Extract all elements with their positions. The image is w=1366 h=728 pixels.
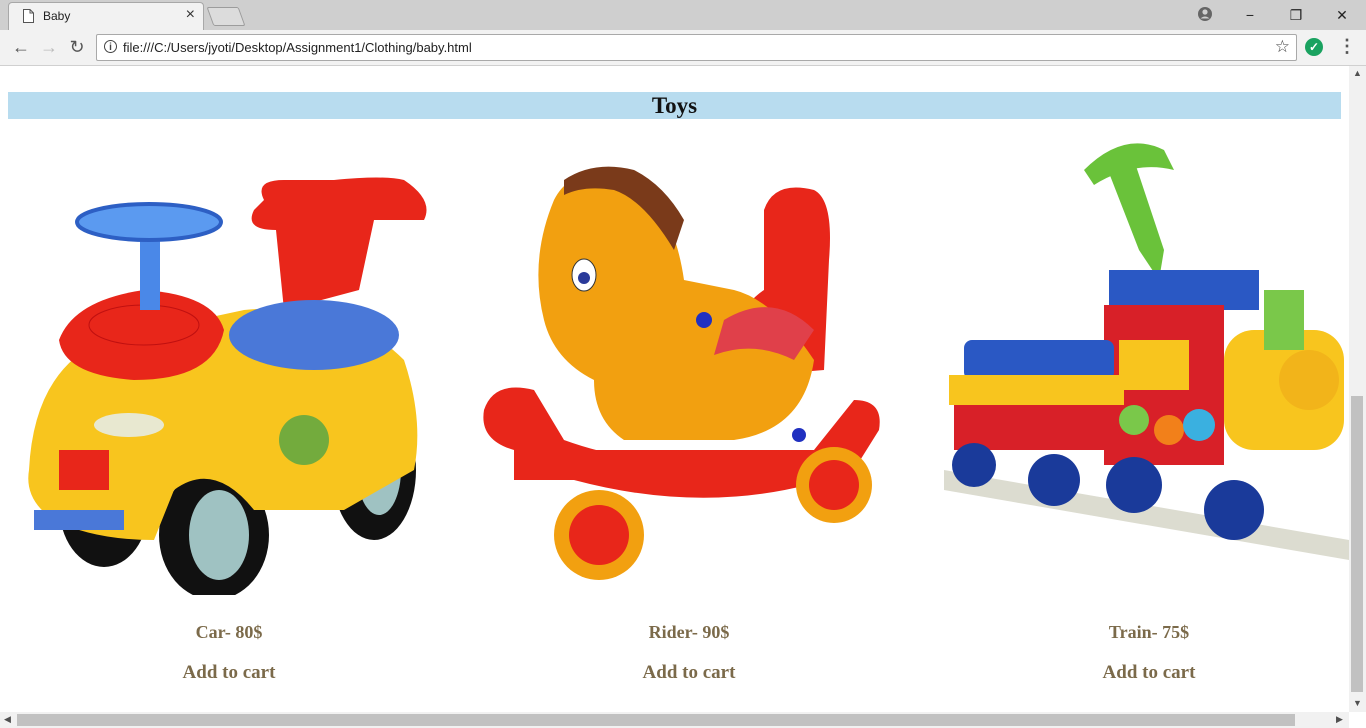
scroll-left-icon[interactable]: ◀ bbox=[4, 714, 11, 725]
product-name: Car- 80$ bbox=[195, 622, 263, 642]
page-viewport: Toys Car- 80$ Add to cart Rider- 90$ Add… bbox=[0, 66, 1349, 712]
scroll-right-icon[interactable]: ▶ bbox=[1336, 714, 1343, 725]
browser-tab[interactable]: Baby × bbox=[8, 2, 204, 30]
add-to-cart-button[interactable]: Add to cart bbox=[14, 662, 444, 684]
scroll-down-icon[interactable]: ▼ bbox=[1353, 698, 1362, 708]
minimize-button[interactable]: − bbox=[1227, 0, 1273, 30]
section-title: Toys bbox=[8, 92, 1341, 119]
ride-on-car-toy-image bbox=[28, 177, 427, 600]
product-name: Train- 75$ bbox=[1108, 622, 1190, 642]
title-bar: Baby × − ❐ ✕ bbox=[0, 0, 1366, 30]
product-card: Train- 75$ Add to cart bbox=[934, 140, 1349, 683]
page-icon bbox=[23, 9, 34, 23]
address-bar[interactable]: i file:///C:/Users/jyoti/Desktop/Assignm… bbox=[96, 34, 1297, 61]
scroll-up-icon[interactable]: ▲ bbox=[1353, 68, 1362, 78]
product-card: Car- 80$ Add to cart bbox=[14, 140, 444, 683]
url-text[interactable]: file:///C:/Users/jyoti/Desktop/Assignmen… bbox=[123, 40, 472, 55]
browser-toolbar: ← → ↻ i file:///C:/Users/jyoti/Desktop/A… bbox=[0, 30, 1366, 66]
tab-close-icon[interactable]: × bbox=[186, 6, 195, 24]
vertical-scroll-thumb[interactable] bbox=[1351, 396, 1363, 692]
product-card: Rider- 90$ Add to cart bbox=[474, 140, 904, 683]
toy-train-image bbox=[944, 143, 1349, 560]
forward-button[interactable]: → bbox=[38, 36, 60, 58]
close-window-button[interactable]: ✕ bbox=[1319, 0, 1365, 30]
add-to-cart-button[interactable]: Add to cart bbox=[934, 662, 1349, 684]
info-icon[interactable]: i bbox=[104, 40, 117, 53]
reload-button[interactable]: ↻ bbox=[66, 36, 88, 58]
menu-icon[interactable]: ⋮ bbox=[1338, 36, 1356, 57]
extension-check-icon[interactable]: ✓ bbox=[1305, 38, 1323, 56]
rocking-horse-toy-image bbox=[483, 166, 880, 580]
restore-button[interactable]: ❐ bbox=[1273, 0, 1319, 30]
back-button[interactable]: ← bbox=[10, 36, 32, 58]
vertical-scrollbar[interactable]: ▲ ▼ bbox=[1349, 66, 1366, 712]
tab-title: Baby bbox=[43, 9, 71, 23]
new-tab-button[interactable] bbox=[206, 7, 246, 26]
add-to-cart-button[interactable]: Add to cart bbox=[474, 662, 904, 684]
product-name: Rider- 90$ bbox=[648, 622, 730, 642]
profile-icon[interactable] bbox=[1197, 6, 1213, 22]
horizontal-scrollbar[interactable]: ◀ ▶ bbox=[0, 712, 1349, 728]
bookmark-star-icon[interactable]: ☆ bbox=[1275, 37, 1290, 57]
horizontal-scroll-thumb[interactable] bbox=[17, 714, 1295, 726]
